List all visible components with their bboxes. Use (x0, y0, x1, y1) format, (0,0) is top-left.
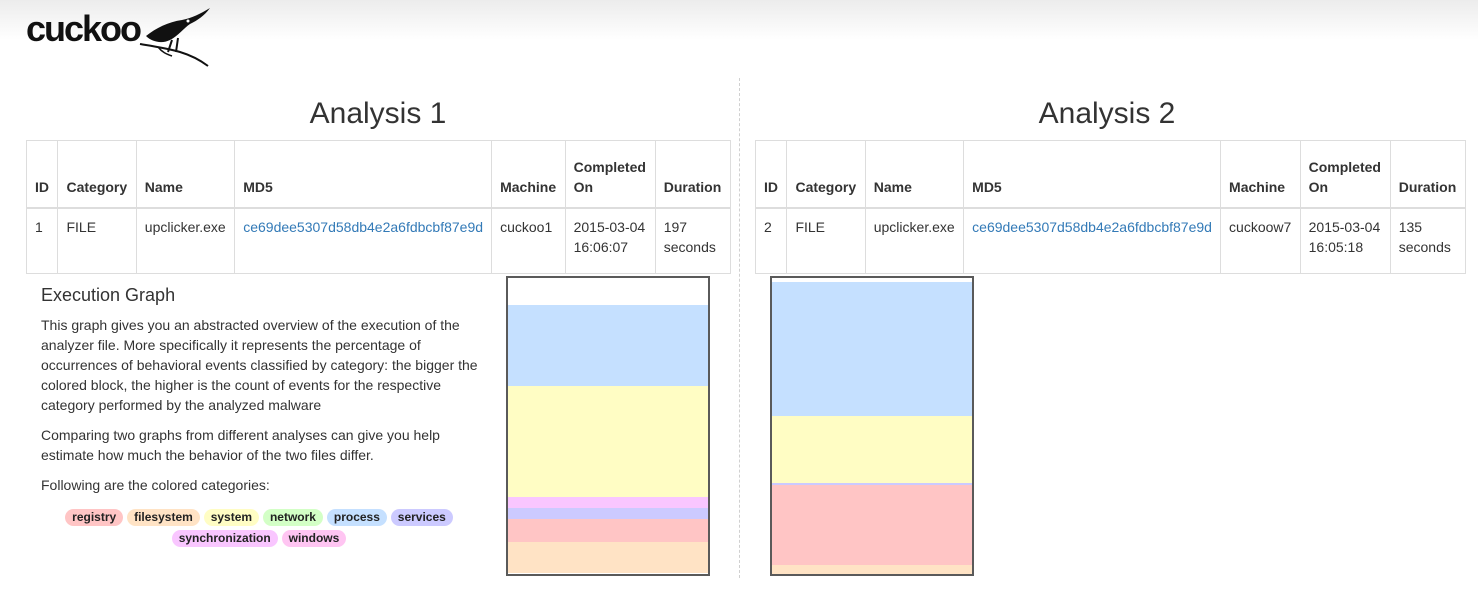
completed-date: 2015-03-04 (1308, 219, 1381, 235)
execution-graph-comparison-text: Comparing two graphs from different anal… (41, 427, 440, 463)
col-md5-header: MD5 (963, 140, 1222, 209)
col-category-header: Category (57, 140, 137, 209)
graph-segment-process (772, 282, 972, 416)
cell-machine: cuckoow7 (1220, 207, 1301, 274)
col-completed-header-line1: Completed (1308, 159, 1381, 175)
col-category-header: Category (786, 140, 866, 209)
md5-link[interactable]: ce69dee5307d58db4e2a6fdbcbf87e9d (243, 219, 483, 235)
cell-name: upclicker.exe (135, 207, 236, 274)
graph-segment-services (508, 508, 708, 519)
category-legend: registry filesystem system network proce… (41, 506, 477, 548)
cell-md5: ce69dee5307d58db4e2a6fdbcbf87e9d (963, 207, 1222, 274)
col-completed-header: Completed On (1299, 140, 1391, 209)
col-duration-header: Duration (1389, 140, 1467, 209)
duration-value: 135 (1398, 219, 1423, 235)
cell-duration: 135 seconds (1389, 207, 1467, 274)
col-completed-header: Completed On (564, 140, 656, 209)
category-chip-services: services (390, 509, 453, 526)
completed-date: 2015-03-04 (573, 219, 646, 235)
col-name-header: Name (135, 140, 236, 209)
header-bar: cuckoo (0, 0, 1478, 72)
table-row: 2 FILE upclicker.exe ce69dee5307d58db4e2… (754, 207, 1467, 274)
cell-duration: 197 seconds (654, 207, 732, 274)
cell-id: 1 (25, 207, 59, 274)
analysis-2-execution-graph (770, 276, 974, 576)
duration-unit: seconds (663, 239, 716, 255)
cuckoo-logo[interactable]: cuckoo (26, 8, 216, 70)
logo-text: cuckoo (26, 8, 142, 49)
graph-segment-system (508, 386, 708, 497)
col-id-header: ID (25, 140, 59, 209)
col-completed-header-line2: On (573, 179, 594, 195)
col-completed-header-line2: On (1308, 179, 1329, 195)
graph-segment-registry (772, 485, 972, 565)
category-chip-registry: registry (65, 509, 124, 526)
col-completed-header-line1: Completed (573, 159, 646, 175)
completed-time: 16:06:07 (573, 239, 629, 255)
graph-segment-process (508, 305, 708, 386)
category-chip-process: process (326, 509, 387, 526)
col-id-header: ID (754, 140, 788, 209)
analysis-2-table: ID Category Name MD5 Machine Completed O… (754, 140, 1467, 274)
col-machine-header: Machine (1220, 140, 1301, 209)
graph-segment-synchronization (508, 497, 708, 508)
md5-link[interactable]: ce69dee5307d58db4e2a6fdbcbf87e9d (972, 219, 1212, 235)
cell-machine: cuckoo1 (491, 207, 566, 274)
execution-graph-categories-intro: Following are the colored categories: (41, 477, 270, 493)
analysis-1-execution-graph (506, 276, 710, 576)
cell-md5: ce69dee5307d58db4e2a6fdbcbf87e9d (234, 207, 493, 274)
cell-completed: 2015-03-04 16:06:07 (564, 207, 656, 274)
graph-segment-none (508, 278, 708, 305)
col-name-header: Name (864, 140, 965, 209)
category-chip-network: network (262, 509, 323, 526)
col-duration-header: Duration (654, 140, 732, 209)
analysis-1-table: ID Category Name MD5 Machine Completed O… (25, 140, 732, 274)
execution-graph-description: This graph gives you an abstracted overv… (41, 317, 478, 413)
execution-graph-title: Execution Graph (41, 285, 176, 305)
column-divider (739, 78, 740, 578)
cell-category: FILE (786, 207, 866, 274)
cell-completed: 2015-03-04 16:05:18 (1299, 207, 1391, 274)
category-chip-synchronization: synchronization (171, 530, 278, 547)
category-chip-filesystem: filesystem (127, 509, 200, 526)
completed-time: 16:05:18 (1308, 239, 1364, 255)
category-chip-system: system (203, 509, 260, 526)
table-row: 1 FILE upclicker.exe ce69dee5307d58db4e2… (25, 207, 732, 274)
cell-id: 2 (754, 207, 788, 274)
graph-segment-system (772, 416, 972, 483)
category-chip-windows: windows (281, 530, 347, 547)
cell-category: FILE (57, 207, 137, 274)
duration-value: 197 (663, 219, 688, 235)
cell-name: upclicker.exe (864, 207, 965, 274)
col-machine-header: Machine (491, 140, 566, 209)
duration-unit: seconds (1398, 239, 1451, 255)
analysis-2-title: Analysis 2 (1038, 97, 1176, 130)
analysis-1-title: Analysis 1 (309, 97, 447, 130)
graph-segment-registry (508, 519, 708, 542)
col-md5-header: MD5 (234, 140, 493, 209)
graph-segment-filesystem (772, 565, 972, 574)
cuckoo-bird-icon (139, 8, 210, 67)
graph-segment-filesystem (508, 542, 708, 573)
